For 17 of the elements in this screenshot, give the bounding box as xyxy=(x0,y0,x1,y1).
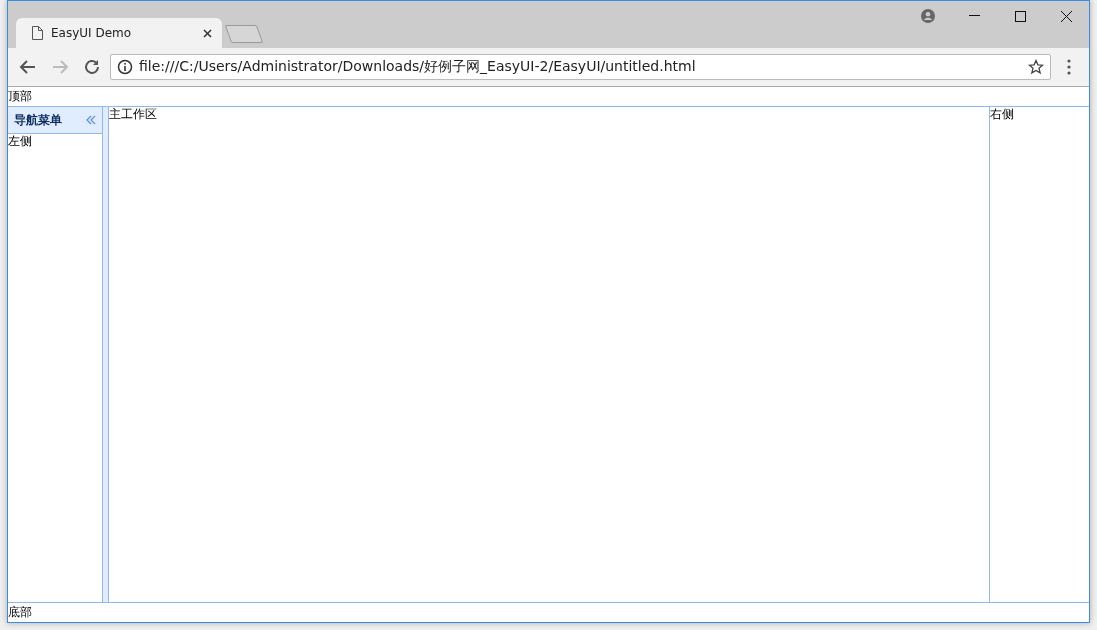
address-field[interactable]: file:///C:/Users/Administrator/Downloads/好例子网_EasyUI-2/EasyUI/untitled.html xyxy=(110,54,1051,80)
maximize-icon[interactable] xyxy=(1014,10,1026,22)
center-region-text: 主工作区 xyxy=(109,106,157,121)
star-icon[interactable] xyxy=(1028,59,1044,75)
east-region-text: 右侧 xyxy=(990,106,1014,121)
collapse-icon[interactable] xyxy=(86,115,96,125)
panel-title: 导航菜单 xyxy=(14,111,62,129)
minimize-icon[interactable] xyxy=(968,15,980,17)
page-icon xyxy=(32,26,43,40)
profile-icon[interactable] xyxy=(921,9,935,23)
north-region-text: 顶部 xyxy=(8,88,32,103)
browser-tab[interactable]: EasyUI Demo xyxy=(16,18,222,48)
close-icon[interactable] xyxy=(1060,10,1072,22)
close-icon[interactable] xyxy=(203,28,212,38)
info-icon[interactable] xyxy=(117,59,133,75)
west-region-text: 左侧 xyxy=(8,133,32,148)
south-region-text: 底部 xyxy=(8,604,32,619)
